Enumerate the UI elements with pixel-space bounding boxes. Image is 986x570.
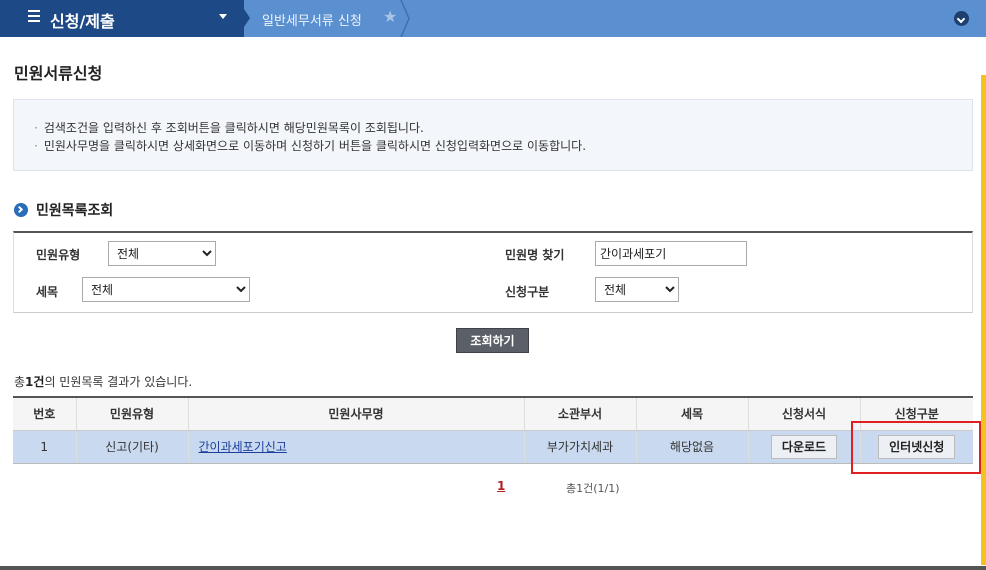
type-select[interactable]: 전체 (108, 241, 216, 266)
search-button[interactable]: 조회하기 (456, 328, 529, 353)
scroll-accent (981, 75, 986, 565)
col-header-type: 민원유형 (76, 396, 189, 431)
page-total: 총1건(1/1) (566, 482, 620, 495)
cell-number: 1 (13, 430, 77, 464)
name-label: 민원명 찾기 (505, 248, 565, 262)
result-count: 총1건의 민원목록 결과가 있습니다. (14, 373, 192, 390)
hamburger-icon[interactable] (28, 10, 40, 24)
col-header-dept: 소관부서 (524, 396, 637, 431)
bottom-border (0, 566, 986, 570)
col-header-name: 민원사무명 (188, 396, 525, 431)
cell-type: 신고(기타) (76, 430, 189, 464)
arrow-circle-icon (14, 203, 28, 217)
service-name-link[interactable]: 간이과세포기신고 (199, 440, 287, 454)
result-count-suffix: 의 민원목록 결과가 있습니다. (44, 375, 193, 389)
type-label: 민원유형 (36, 248, 81, 262)
col-header-form: 신청서식 (748, 396, 861, 431)
section-title-text: 민원목록조회 (36, 203, 114, 219)
col-header-number: 번호 (13, 396, 77, 431)
info-line: 민원사무명을 클릭하시면 상세화면으로 이동하며 신청하기 버튼을 클릭하시면 … (34, 137, 586, 154)
result-count-number: 1건 (25, 375, 45, 389)
results-table: 번호 민원유형 민원사무명 소관부서 세목 신청서식 신청구분 1 신고(기타)… (13, 396, 973, 464)
apply-label: 신청구분 (505, 285, 550, 299)
table-row: 1 신고(기타) 간이과세포기신고 부가가치세과 해당없음 다운로드 인터넷신청 (13, 430, 973, 464)
cell-dept: 부가가치세과 (524, 430, 637, 464)
section-title: 민원목록조회 (14, 200, 113, 220)
cell-form: 다운로드 (748, 430, 861, 464)
result-count-prefix: 총 (14, 375, 26, 389)
cell-name: 간이과세포기신고 (188, 430, 525, 464)
caret-down-icon[interactable] (219, 14, 227, 19)
page-link-current[interactable]: 1 (497, 479, 505, 493)
info-box: 검색조건을 입력하신 후 조회버튼을 클릭하시면 해당민원목록이 조회됩니다. … (13, 99, 973, 171)
table-header-row: 번호 민원유형 민원사무명 소관부서 세목 신청서식 신청구분 (13, 396, 973, 431)
tax-select[interactable]: 전체 (82, 277, 250, 302)
breadcrumb-current[interactable]: 일반세무서류 신청 (262, 10, 362, 29)
menu-dropdown[interactable]: 신청/제출 (0, 0, 244, 37)
highlight-box (851, 421, 981, 474)
menu-title[interactable]: 신청/제출 (50, 8, 115, 32)
apply-select[interactable]: 전체 (595, 277, 679, 302)
top-navigation-bar: 신청/제출 일반세무서류 신청 ★ (0, 0, 986, 37)
page-title: 민원서류신청 (14, 64, 103, 83)
star-icon[interactable]: ★ (383, 7, 397, 26)
cell-tax: 해당없음 (636, 430, 749, 464)
col-header-tax: 세목 (636, 396, 749, 431)
tax-label: 세목 (36, 285, 59, 299)
breadcrumb-separator (238, 0, 250, 36)
download-button[interactable]: 다운로드 (770, 434, 838, 459)
breadcrumb-separator-end (400, 0, 410, 37)
name-search-input[interactable] (595, 241, 747, 266)
chevron-down-icon[interactable] (954, 11, 969, 26)
info-line: 검색조건을 입력하신 후 조회버튼을 클릭하시면 해당민원목록이 조회됩니다. (34, 119, 424, 136)
